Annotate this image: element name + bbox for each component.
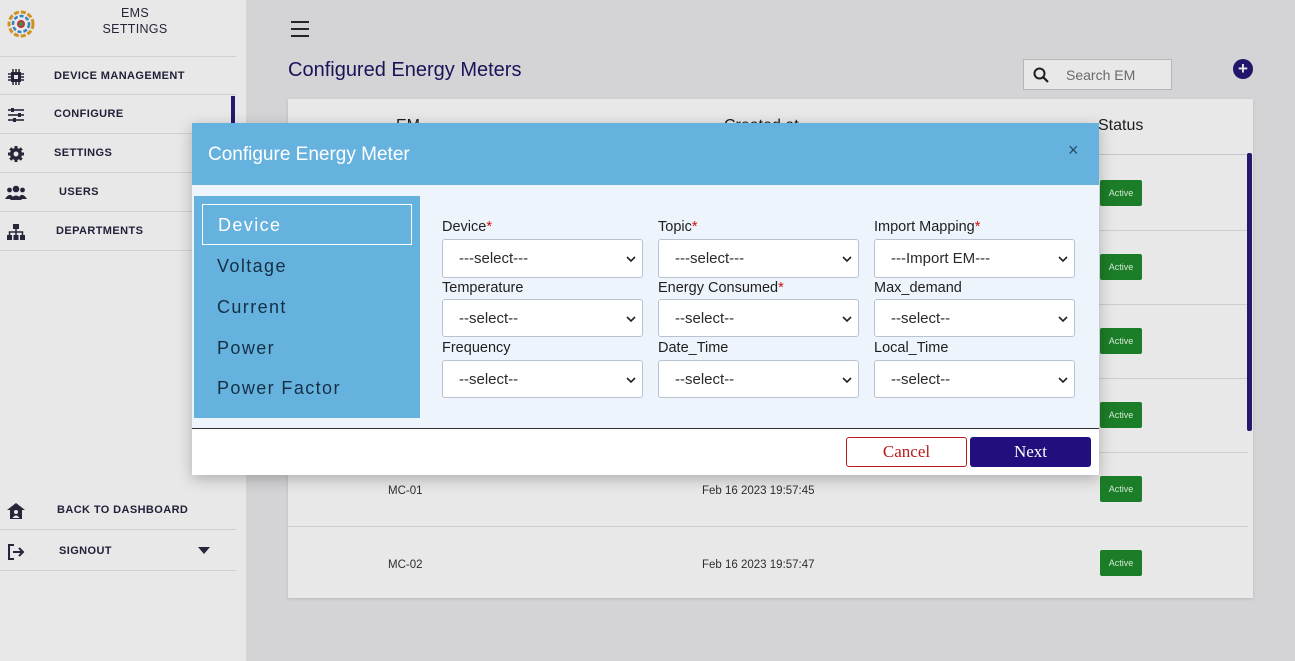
required-marker: * [778, 280, 784, 296]
select-value: ---select--- [675, 250, 745, 267]
device-label: Device* [442, 219, 492, 235]
import-mapping-label: Import Mapping* [874, 219, 980, 235]
select-value: ---select--- [459, 250, 529, 267]
select-value: --select-- [459, 310, 519, 327]
chevron-down-icon [626, 316, 636, 323]
required-marker: * [691, 219, 698, 235]
configure-energy-meter-modal: Configure Energy Meter × Device Voltage … [192, 123, 1099, 475]
field-label-text: Temperature [442, 280, 524, 296]
frequency-select[interactable]: --select-- [442, 360, 643, 398]
max-demand-select[interactable]: --select-- [874, 299, 1075, 337]
chevron-down-icon [1058, 256, 1068, 263]
local-time-label: Local_Time [874, 340, 948, 356]
select-value: --select-- [675, 310, 735, 327]
topic-select[interactable]: ---select--- [658, 239, 859, 278]
modal-title: Configure Energy Meter [208, 144, 410, 165]
local-time-select[interactable]: --select-- [874, 360, 1075, 398]
select-value: --select-- [891, 310, 951, 327]
max-demand-label: Max_demand [874, 280, 962, 296]
field-label-text: Local_Time [874, 340, 949, 356]
chevron-down-icon [842, 256, 852, 263]
import-mapping-select[interactable]: ---Import EM--- [874, 239, 1075, 278]
tab-voltage[interactable]: Voltage [202, 246, 412, 287]
config-tabs: Device Voltage Current Power Power Facto… [194, 196, 420, 418]
date-time-label: Date_Time [658, 340, 728, 356]
chevron-down-icon [1058, 316, 1068, 323]
temperature-label: Temperature [442, 280, 523, 296]
next-button[interactable]: Next [970, 437, 1091, 467]
energy-consumed-select[interactable]: --select-- [658, 299, 859, 337]
field-label-text: Energy Consumed [658, 280, 779, 296]
close-icon[interactable]: × [1068, 140, 1079, 161]
date-time-select[interactable]: --select-- [658, 360, 859, 398]
select-value: --select-- [459, 371, 519, 388]
field-label-text: Import Mapping [874, 219, 975, 235]
modal-body: Device Voltage Current Power Power Facto… [192, 185, 1099, 428]
field-label-text: Max_demand [874, 280, 962, 296]
energy-consumed-label: Energy Consumed* [658, 280, 784, 296]
select-value: --select-- [675, 371, 735, 388]
field-label-text: Topic [658, 219, 692, 235]
required-marker: * [486, 219, 492, 235]
field-label-text: Frequency [442, 340, 511, 356]
tab-power-factor[interactable]: Power Factor [202, 368, 412, 409]
select-value: ---Import EM--- [891, 250, 991, 267]
chevron-down-icon [842, 316, 852, 323]
chevron-down-icon [842, 377, 852, 384]
temperature-select[interactable]: --select-- [442, 299, 643, 337]
modal-footer-divider [192, 428, 1099, 429]
device-select[interactable]: ---select--- [442, 239, 643, 278]
select-value: --select-- [891, 371, 951, 388]
tab-current[interactable]: Current [202, 287, 412, 328]
chevron-down-icon [1058, 377, 1068, 384]
field-label-text: Device [442, 219, 487, 235]
tab-power[interactable]: Power [202, 328, 412, 369]
modal-header: Configure Energy Meter × [192, 123, 1099, 185]
tab-device[interactable]: Device [202, 204, 412, 245]
frequency-label: Frequency [442, 340, 511, 356]
chevron-down-icon [626, 256, 636, 263]
topic-label: Topic* [658, 219, 698, 235]
cancel-button[interactable]: Cancel [846, 437, 967, 467]
chevron-down-icon [626, 377, 636, 384]
required-marker: * [974, 219, 981, 235]
field-label-text: Date_Time [658, 340, 729, 356]
